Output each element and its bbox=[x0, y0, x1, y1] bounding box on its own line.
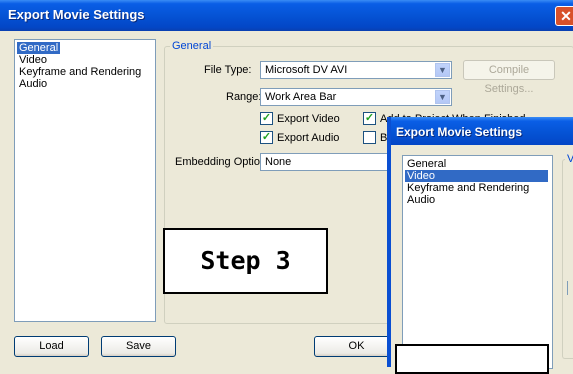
checkmark-icon: ✓ bbox=[261, 112, 272, 124]
checkmark-icon: ✓ bbox=[364, 112, 375, 124]
annotation-box bbox=[395, 344, 549, 374]
chevron-down-icon[interactable]: ▼ bbox=[435, 63, 450, 77]
close-button[interactable]: ✕ bbox=[555, 6, 573, 26]
file-type-value: Microsoft DV AVI bbox=[265, 64, 348, 76]
second-category-item-general[interactable]: General bbox=[405, 158, 448, 170]
second-category-item-audio[interactable]: Audio bbox=[405, 194, 437, 206]
export-video-checkbox[interactable]: ✓ bbox=[260, 112, 273, 125]
embedding-options-value: None bbox=[265, 156, 292, 168]
checkmark-icon: ✓ bbox=[261, 131, 272, 143]
settings-category-list[interactable]: General Video Keyframe and Rendering Aud… bbox=[14, 39, 156, 322]
second-window-title: Export Movie Settings bbox=[396, 125, 523, 139]
category-item-video[interactable]: Video bbox=[17, 54, 49, 66]
close-icon: ✕ bbox=[560, 8, 572, 24]
title-bar[interactable]: Export Movie Settings ✕ bbox=[0, 0, 573, 31]
chevron-down-icon[interactable]: ▼ bbox=[435, 90, 450, 104]
file-type-dropdown[interactable]: Microsoft DV AVI ▼ bbox=[260, 61, 452, 79]
add-to-project-checkbox[interactable]: ✓ bbox=[363, 112, 376, 125]
second-category-item-keyframe-rendering[interactable]: Keyframe and Rendering bbox=[405, 182, 531, 194]
range-dropdown[interactable]: Work Area Bar ▼ bbox=[260, 88, 452, 106]
category-item-audio[interactable]: Audio bbox=[17, 78, 49, 90]
beep-checkbox[interactable] bbox=[363, 131, 376, 144]
general-group-title: General bbox=[170, 40, 214, 52]
embedding-options-dropdown[interactable]: None bbox=[260, 153, 400, 171]
range-value: Work Area Bar bbox=[265, 91, 337, 103]
second-group bbox=[562, 159, 573, 359]
file-type-label: File Type: bbox=[204, 64, 252, 76]
second-dialog-window: Export Movie Settings General Video Keyf… bbox=[387, 117, 573, 369]
export-audio-label: Export Audio bbox=[277, 132, 340, 144]
second-category-item-video[interactable]: Video bbox=[405, 170, 548, 182]
second-divider bbox=[567, 281, 573, 295]
load-button[interactable]: Load bbox=[14, 336, 89, 357]
window-title: Export Movie Settings bbox=[8, 7, 145, 22]
export-video-label: Export Video bbox=[277, 113, 340, 125]
second-category-list[interactable]: General Video Keyframe and Rendering Aud… bbox=[402, 155, 553, 369]
range-label: Range: bbox=[226, 91, 262, 103]
save-button[interactable]: Save bbox=[101, 336, 176, 357]
second-group-title: V bbox=[565, 153, 573, 165]
category-item-keyframe-rendering[interactable]: Keyframe and Rendering bbox=[17, 66, 143, 78]
export-audio-checkbox[interactable]: ✓ bbox=[260, 131, 273, 144]
step-annotation: Step 3 bbox=[163, 228, 328, 294]
second-title-bar[interactable]: Export Movie Settings bbox=[391, 117, 573, 145]
category-item-general[interactable]: General bbox=[17, 42, 61, 54]
compile-settings-button[interactable]: Compile Settings... bbox=[463, 60, 555, 95]
